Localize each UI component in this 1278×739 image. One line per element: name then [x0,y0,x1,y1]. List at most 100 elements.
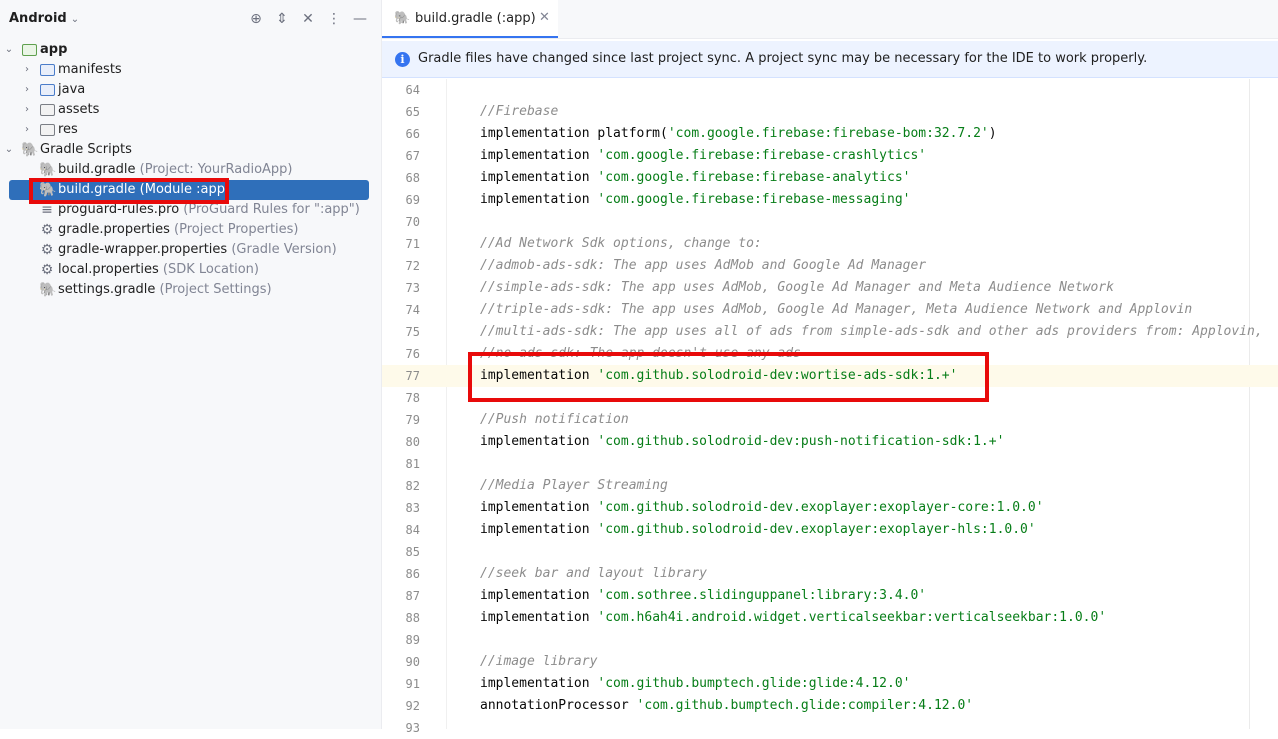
resource-folder-icon [40,124,55,136]
line-number: 75 [405,325,420,339]
code-text: implementation platform('com.google.fire… [480,123,997,145]
code-line[interactable]: 73 //simple-ads-sdk: The app uses AdMob, … [382,277,1278,299]
code-line[interactable]: 91 implementation 'com.github.bumptech.gl… [382,673,1278,695]
code-string: 'com.google.firebase:firebase-bom:32.7.2… [667,126,989,141]
expand-arrow-icon[interactable]: ⌄ [3,140,15,160]
code-line[interactable]: 82 //Media Player Streaming [382,475,1278,497]
project-view-selector[interactable]: Android ⌄ [9,11,79,26]
code-line[interactable]: 89 [382,629,1278,651]
code-line[interactable]: 64 [382,79,1278,101]
code-line[interactable]: 86 //seek bar and layout library [382,563,1278,585]
code-line[interactable]: 68 implementation 'com.google.firebase:fi… [382,167,1278,189]
highlight-box-wortise-line [468,352,989,402]
collapsed-arrow-icon[interactable]: › [21,60,33,80]
collapsed-arrow-icon[interactable]: › [21,100,33,120]
code-text: implementation 'com.github.bumptech.glid… [480,673,910,695]
code-token: implementation [480,522,598,537]
code-token: implementation [480,610,598,625]
code-comment: //image library [480,654,598,669]
code-area[interactable]: 64 65 //Firebase 66 implementation platform(… [382,79,1278,735]
tree-item-build-gradle-project[interactable]: 🐘 build.gradle (Project: YourRadioApp) [0,160,381,180]
code-line[interactable]: 69 implementation 'com.google.firebase:fi… [382,189,1278,211]
tree-item-local-properties[interactable]: ⚙ local.properties (SDK Location) [0,260,381,280]
code-text: //simple-ads-sdk: The app uses AdMob, Go… [480,277,1114,299]
tree-item-res[interactable]: › res [0,120,381,140]
code-text: //Firebase [480,101,558,123]
code-comment: //multi-ads-sdk: The app uses all of ads… [480,324,1263,339]
line-number: 69 [405,193,420,207]
highlight-box-module-gradle [29,178,229,204]
expand-arrow-icon[interactable]: ⌄ [3,40,15,60]
code-line[interactable]: 66 implementation platform('com.google.fi… [382,123,1278,145]
code-line[interactable]: 75 //multi-ads-sdk: The app uses all of a… [382,321,1278,343]
code-string: 'com.h6ah4i.android.widget.verticalseekb… [597,610,1107,625]
line-number: 89 [405,633,420,647]
code-string: 'com.github.bumptech.glide:glide:4.12.0' [597,676,911,691]
tree-item-gradle-wrapper-properties[interactable]: ⚙ gradle-wrapper.properties (Gradle Vers… [0,240,381,260]
code-line[interactable]: 88 implementation 'com.h6ah4i.android.wid… [382,607,1278,629]
code-line[interactable]: 84 implementation 'com.github.solodroid-d… [382,519,1278,541]
locate-icon[interactable]: ⊕ [247,10,265,28]
code-line[interactable]: 87 implementation 'com.sothree.slidingupp… [382,585,1278,607]
code-line[interactable]: 71 //Ad Network Sdk options, change to: [382,233,1278,255]
code-token: annotationProcessor [480,698,637,713]
collapsed-arrow-icon[interactable]: › [21,120,33,140]
code-line[interactable]: 72 //admob-ads-sdk: The app uses AdMob an… [382,255,1278,277]
code-token: implementation [480,676,598,691]
code-line[interactable]: 93 [382,717,1278,739]
tab-build-gradle-app[interactable]: 🐘 build.gradle (:app) ✕ [382,0,558,38]
line-number: 85 [405,545,420,559]
code-text: implementation 'com.google.firebase:fire… [480,167,910,189]
code-line[interactable]: 81 [382,453,1278,475]
code-line[interactable]: 65 //Firebase [382,101,1278,123]
tree-item-java[interactable]: › java [0,80,381,100]
code-comment: //Firebase [480,104,559,119]
resource-folder-icon [40,104,55,116]
line-number: 90 [405,655,420,669]
tree-item-gradle-scripts[interactable]: ⌄ 🐘 Gradle Scripts [0,140,381,160]
tree-item-label: build.gradle [58,162,136,177]
collapse-all-icon[interactable]: ✕ [299,10,317,28]
code-line[interactable]: 74 //triple-ads-sdk: The app uses AdMob, … [382,299,1278,321]
code-string: 'com.github.solodroid-dev.exoplayer:exop… [597,500,1044,515]
options-icon[interactable]: ⋮ [325,10,343,28]
line-number: 73 [405,281,420,295]
hide-panel-icon[interactable]: — [351,10,369,28]
code-line[interactable]: 79 //Push notification [382,409,1278,431]
line-number: 82 [405,479,420,493]
collapsed-arrow-icon[interactable]: › [21,80,33,100]
code-line[interactable]: 83 implementation 'com.github.solodroid-d… [382,497,1278,519]
code-line[interactable]: 67 implementation 'com.google.firebase:fi… [382,145,1278,167]
project-toolbar: Android ⌄ ⊕ ⇕ ✕ ⋮ — [0,0,381,40]
line-number: 93 [405,721,420,735]
code-text: implementation 'com.github.solodroid-dev… [480,497,1044,519]
tree-item-gradle-properties[interactable]: ⚙ gradle.properties (Project Properties) [0,220,381,240]
expand-all-icon[interactable]: ⇕ [273,10,291,28]
code-line[interactable]: 85 [382,541,1278,563]
tree-item-settings-gradle[interactable]: 🐘 settings.gradle (Project Settings) [0,280,381,300]
line-number: 84 [405,523,420,537]
folder-icon [40,84,55,96]
code-comment: //Media Player Streaming [480,478,668,493]
code-line[interactable]: 80 implementation 'com.github.solodroid-d… [382,431,1278,453]
line-number: 87 [405,589,420,603]
gradle-elephant-icon: 🐘 [21,142,39,158]
code-token: implementation [480,170,598,185]
module-folder-icon [22,44,37,56]
line-number: 65 [405,105,420,119]
code-line[interactable]: 70 [382,211,1278,233]
line-number: 67 [405,149,420,163]
close-icon[interactable]: ✕ [539,10,550,25]
code-text: //admob-ads-sdk: The app uses AdMob and … [480,255,926,277]
tree-item-label: settings.gradle [58,282,156,297]
code-text: //Media Player Streaming [480,475,668,497]
line-number: 92 [405,699,420,713]
project-view-title: Android [9,11,67,26]
tree-item-assets[interactable]: › assets [0,100,381,120]
code-line[interactable]: 90 //image library [382,651,1278,673]
tree-item-app[interactable]: ⌄ app [0,40,381,60]
line-number: 80 [405,435,420,449]
code-line[interactable]: 92 annotationProcessor 'com.github.bumpte… [382,695,1278,717]
tree-item-manifests[interactable]: › manifests [0,60,381,80]
line-number: 72 [405,259,420,273]
